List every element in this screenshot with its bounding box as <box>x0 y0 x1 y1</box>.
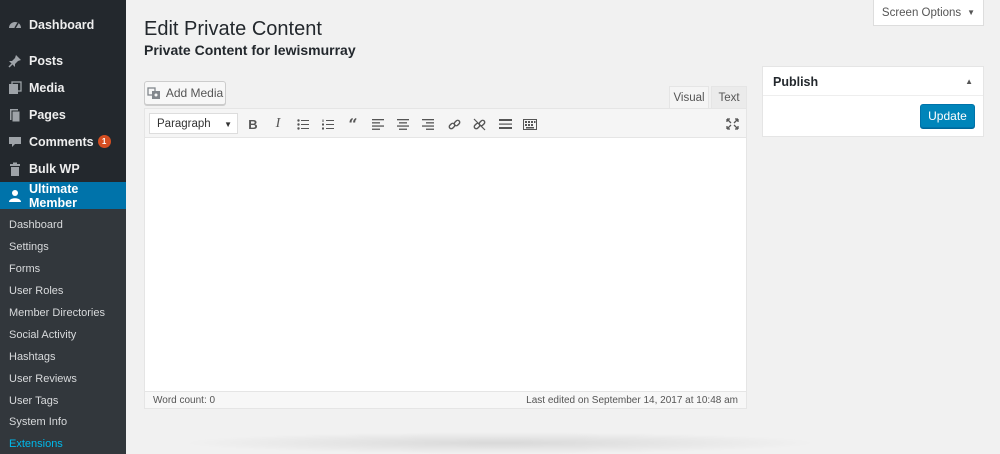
publish-box-title: Publish <box>773 75 819 89</box>
last-edited-timestamp: Last edited on September 14, 2017 at 10:… <box>526 395 738 406</box>
collapse-arrow-icon[interactable]: ▲ <box>965 77 973 86</box>
screen-options-label: Screen Options <box>881 6 962 19</box>
sidebar-item-dashboard[interactable]: Dashboard <box>0 11 126 38</box>
comment-icon <box>8 135 22 149</box>
link-icon[interactable] <box>444 114 464 134</box>
editor-content-area[interactable] <box>145 138 746 392</box>
sidebar-item-bulk-wp[interactable]: Bulk WP <box>0 155 126 182</box>
publish-box-header[interactable]: Publish ▲ <box>763 67 983 96</box>
user-icon <box>8 189 22 203</box>
submenu-item-user-roles[interactable]: User Roles <box>9 285 63 297</box>
bullet-list-icon[interactable] <box>293 114 313 134</box>
submenu-item-user-reviews[interactable]: User Reviews <box>9 373 77 385</box>
page-title: Edit Private Content <box>144 18 322 40</box>
media-icon <box>8 80 22 95</box>
paragraph-format-select[interactable]: Paragraph ▼ <box>149 113 238 134</box>
tab-visual[interactable]: Visual <box>669 86 709 108</box>
dashboard-icon <box>8 18 22 32</box>
editor-status-bar: Word count: 0 Last edited on September 1… <box>145 391 746 408</box>
toolbar-toggle-icon[interactable] <box>520 114 540 134</box>
submenu-item-social-activity[interactable]: Social Activity <box>9 329 76 341</box>
tab-text[interactable]: Text <box>711 86 747 108</box>
screen-options-button[interactable]: Screen Options ▼ <box>873 0 984 26</box>
fullscreen-icon[interactable] <box>722 114 742 134</box>
numbered-list-icon[interactable] <box>318 114 338 134</box>
add-media-button[interactable]: Add Media <box>144 81 226 105</box>
sidebar-item-media[interactable]: Media <box>0 74 126 101</box>
sidebar-item-posts[interactable]: Posts <box>0 47 126 74</box>
update-button[interactable]: Update <box>920 104 975 128</box>
bold-icon[interactable]: B <box>243 114 263 134</box>
trash-icon <box>8 162 22 176</box>
admin-sidebar: Dashboard Posts Media Pages Comments 1 B… <box>0 0 126 454</box>
align-center-icon[interactable] <box>393 114 413 134</box>
sidebar-item-comments[interactable]: Comments 1 <box>0 128 126 155</box>
submenu-item-user-tags[interactable]: User Tags <box>9 395 58 407</box>
submenu-item-extensions[interactable]: Extensions <box>9 438 63 450</box>
sidebar-item-label: Media <box>29 80 65 95</box>
pin-icon <box>8 54 22 68</box>
sidebar-item-label: Ultimate Member <box>29 181 79 210</box>
editor-toolbar: Paragraph ▼ B I “ <box>145 109 746 138</box>
content-editor: Paragraph ▼ B I “ Word count: 0 Last edi… <box>144 108 747 409</box>
sidebar-item-label: Bulk WP <box>29 161 80 176</box>
caret-down-icon: ▼ <box>224 120 232 129</box>
page-subtitle: Private Content for lewismurray <box>144 42 356 58</box>
align-left-icon[interactable] <box>368 114 388 134</box>
add-media-icon <box>147 86 161 100</box>
align-right-icon[interactable] <box>418 114 438 134</box>
submenu-item-member-directories[interactable]: Member Directories <box>9 307 105 319</box>
submenu-item-settings[interactable]: Settings <box>9 241 49 253</box>
format-select-value: Paragraph <box>157 117 211 130</box>
sidebar-item-label: Dashboard <box>29 17 95 32</box>
unlink-icon[interactable] <box>469 114 489 134</box>
sidebar-item-ultimate-member[interactable]: Ultimate Member <box>0 181 126 210</box>
submenu-item-dashboard[interactable]: Dashboard <box>9 219 63 231</box>
add-media-label: Add Media <box>165 86 224 100</box>
sidebar-item-label: Pages <box>29 107 66 122</box>
caret-down-icon: ▼ <box>967 8 976 17</box>
submenu-item-hashtags[interactable]: Hashtags <box>9 351 55 363</box>
read-more-icon[interactable] <box>495 114 515 134</box>
submenu-item-forms[interactable]: Forms <box>9 263 40 275</box>
word-count: Word count: 0 <box>153 395 216 406</box>
publish-box: Publish ▲ Update <box>762 66 984 137</box>
submenu-item-system-info[interactable]: System Info <box>9 416 67 428</box>
comments-count-badge: 1 <box>97 135 111 148</box>
pages-icon <box>8 108 22 122</box>
sidebar-item-pages[interactable]: Pages <box>0 101 126 128</box>
blockquote-icon[interactable]: “ <box>343 114 363 134</box>
sidebar-item-label: Comments <box>29 134 94 149</box>
sidebar-item-label: Posts <box>29 53 64 68</box>
italic-icon[interactable]: I <box>268 114 288 134</box>
footer-shadow <box>180 432 820 454</box>
ultimate-member-submenu: Dashboard Settings Forms User Roles Memb… <box>0 209 126 454</box>
